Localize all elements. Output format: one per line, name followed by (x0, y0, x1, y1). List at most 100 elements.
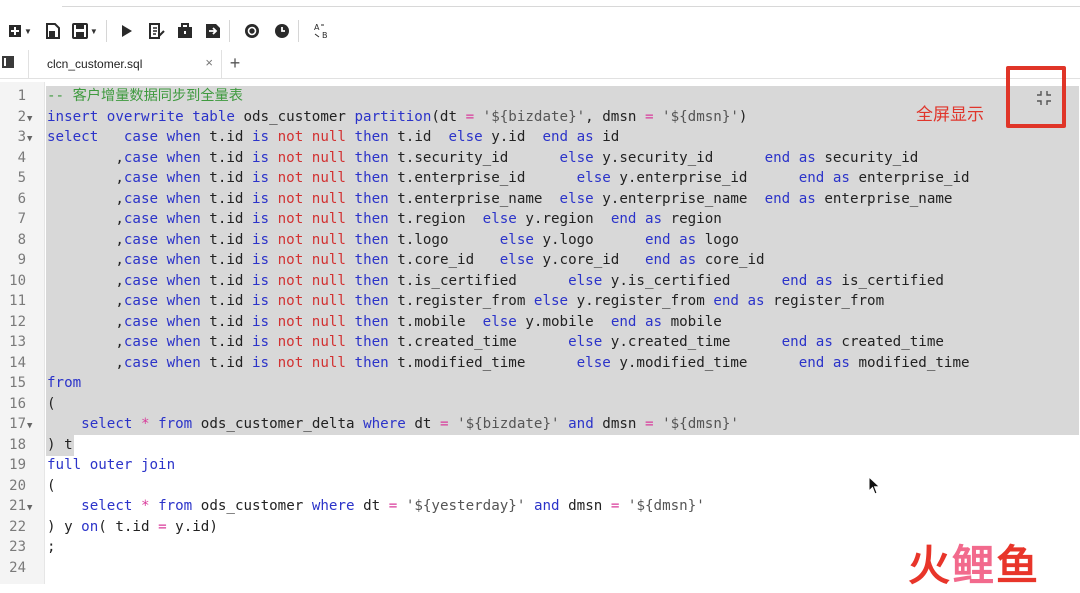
code-token: id (593, 129, 620, 145)
code-line: ; (47, 537, 56, 558)
export-button[interactable] (205, 18, 221, 44)
close-icon[interactable]: × (205, 55, 213, 70)
fold-arrow-icon[interactable]: ▼ (27, 503, 32, 513)
line-number: 2▼ (0, 107, 40, 128)
code-token: not null (277, 149, 346, 166)
code-token: not null (277, 354, 346, 371)
code-token: from (158, 416, 193, 432)
code-line: select case when t.id is not null then t… (47, 127, 619, 148)
file-tree-icon[interactable] (2, 56, 14, 68)
line-number-text: 13 (9, 334, 26, 350)
code-token: not null (277, 313, 346, 330)
code-token: , (47, 313, 124, 330)
open-file-button[interactable] (45, 18, 60, 44)
code-line: ,case when t.id is not null then t.enter… (47, 189, 952, 210)
code-token: , (47, 354, 124, 371)
code-token: else (499, 231, 534, 248)
briefcase-icon (177, 23, 192, 38)
export-icon (205, 24, 220, 38)
code-token: is (252, 252, 270, 268)
code-token: t.id (200, 211, 252, 227)
stop-button[interactable] (244, 18, 260, 44)
clock-icon (274, 24, 289, 38)
code-token: not null (277, 272, 346, 289)
code-token: , (47, 272, 124, 289)
code-token: '${dmsn}' (627, 498, 705, 514)
line-number-text: 16 (9, 395, 26, 412)
code-token: end as (798, 170, 850, 186)
line-number: 6 (0, 189, 40, 210)
code-token: ods_customer (234, 108, 355, 125)
code-token: -- 客户增量数据同步到全量表 (47, 88, 243, 104)
code-token: is (252, 272, 270, 289)
code-token: then (354, 252, 389, 268)
code-token: '${bizdate}' (457, 416, 560, 432)
code-line: ,case when t.id is not null then t.creat… (47, 332, 944, 353)
tab-label: clcn_customer.sql (47, 57, 143, 71)
line-number: 18 (0, 435, 40, 456)
code-token: else (568, 272, 603, 289)
code-token: t.id (200, 252, 252, 268)
code-token: is (252, 211, 270, 227)
code-token: end as (713, 293, 765, 309)
code-token: t.register_from (388, 293, 534, 309)
svg-text:B: B (322, 31, 328, 40)
code-token: y.core_id (533, 252, 645, 268)
code-line: ( (47, 476, 56, 497)
code-token: is (252, 190, 270, 207)
publish-button[interactable] (177, 18, 193, 44)
code-token: partition (354, 108, 432, 125)
code-token: case when (123, 149, 201, 166)
code-token: else (448, 129, 483, 145)
code-token: else (482, 313, 517, 330)
code-editor[interactable]: 1 2▼ 3▼ 4 5 6 7 8 9 10 11 12 13 14 15 16 17▼ 18 19 20 21▼ 22 2… (0, 82, 1080, 584)
save-button[interactable]: ▼ (71, 18, 98, 44)
code-token: then (354, 190, 389, 207)
new-file-button[interactable]: ▼ (8, 18, 32, 44)
code-token: , (47, 334, 124, 350)
code-token: else (576, 170, 611, 186)
code-token: case when (123, 354, 201, 371)
code-line: ,case when t.id is not null then t.regis… (47, 291, 884, 312)
code-token: ( (47, 395, 56, 412)
schedule-button[interactable] (274, 18, 290, 44)
edit-doc-icon (148, 23, 165, 39)
code-token: * (140, 416, 150, 432)
code-token: from (158, 498, 193, 514)
code-token: t.id (200, 170, 252, 186)
code-token: then (354, 231, 389, 248)
code-token: t.id (200, 313, 252, 330)
code-token: and (533, 498, 560, 514)
code-line: ( (47, 394, 56, 415)
code-token: not null (277, 211, 346, 227)
code-token: logo (696, 231, 739, 248)
code-line: select * from ods_customer_delta where d… (47, 414, 739, 435)
code-token: case when (123, 190, 201, 207)
tab-clcn-customer[interactable]: clcn_customer.sql × (28, 50, 222, 78)
fold-arrow-icon[interactable]: ▼ (27, 114, 32, 124)
format-button[interactable] (148, 18, 165, 44)
run-button[interactable] (121, 18, 133, 44)
line-number-text: 23 (9, 539, 26, 555)
code-token: y.enterprise_name (593, 190, 765, 207)
code-token: case when (123, 170, 201, 186)
code-token: is_certified (832, 272, 944, 289)
fold-arrow-icon[interactable]: ▼ (27, 421, 32, 431)
add-tab-button[interactable]: + (224, 52, 246, 74)
code-token: ) y (47, 518, 82, 535)
code-token: = (158, 518, 167, 535)
exit-fullscreen-icon[interactable] (1036, 90, 1052, 106)
fold-arrow-icon[interactable]: ▼ (27, 134, 32, 144)
code-token: full outer join (47, 457, 176, 473)
case-convert-button[interactable]: AB (313, 18, 331, 44)
line-number: 19 (0, 455, 40, 476)
